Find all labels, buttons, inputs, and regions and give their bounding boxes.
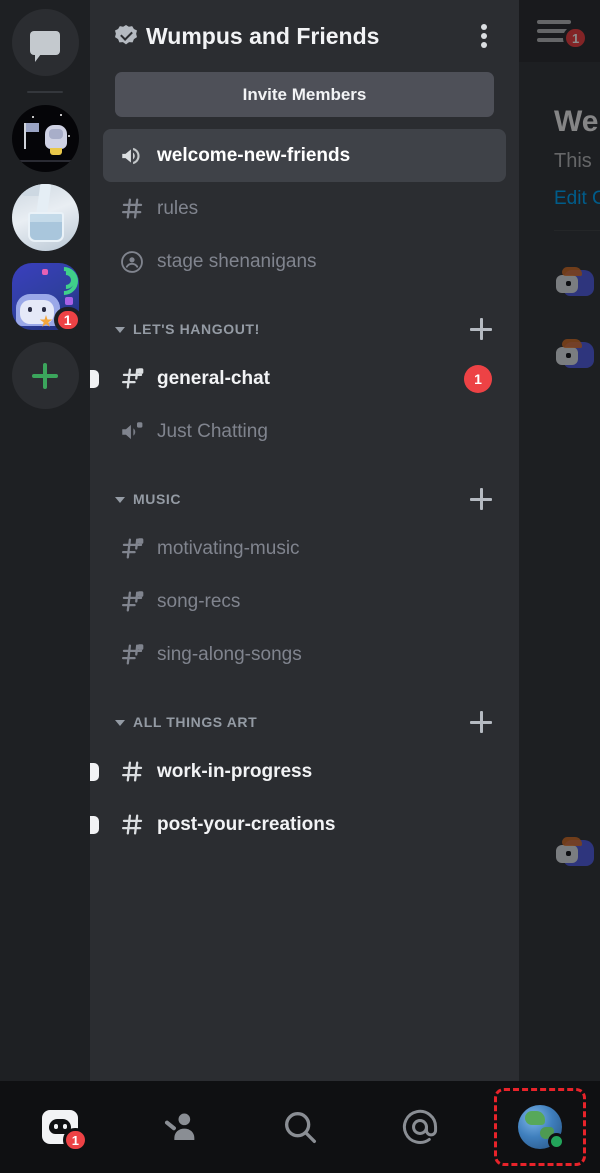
hash-icon (115, 759, 149, 784)
channel-post-your-creations[interactable]: post-your-creations (90, 798, 506, 851)
mention-icon (402, 1109, 438, 1144)
channel-label: post-your-creations (157, 813, 336, 835)
channel-just-chatting[interactable]: Just Chatting (103, 405, 506, 458)
message-row (554, 265, 600, 303)
overflow-menu-icon[interactable] (471, 23, 497, 49)
hash-voice-icon (115, 642, 149, 667)
unread-indicator (90, 815, 99, 834)
channel-label: motivating-music (157, 537, 300, 559)
channel-motivating-music[interactable]: motivating-music (103, 522, 506, 575)
chevron-down-icon (115, 327, 125, 333)
bottom-navigation-bar: 1 (0, 1081, 600, 1173)
add-channel-icon[interactable] (470, 488, 492, 510)
nav-search-tab[interactable] (240, 1081, 360, 1173)
avatar-icon (518, 1105, 565, 1150)
category-label: ALL THINGS ART (133, 714, 258, 730)
channel-stage-shenanigans[interactable]: stage shenanigans (103, 235, 506, 288)
channel-label: rules (157, 197, 199, 219)
channel-label: Just Chatting (157, 420, 268, 442)
add-channel-icon[interactable] (470, 711, 492, 733)
category-lets-hangout[interactable]: LET'S HANGOUT! (90, 306, 519, 352)
add-server-button[interactable] (11, 342, 79, 409)
content-body: We This Edit C (519, 62, 600, 873)
content-divider (554, 230, 600, 231)
channel-unread-badge: 1 (464, 364, 492, 393)
hash-voice-icon (115, 366, 149, 391)
nav-servers-tab[interactable]: 1 (0, 1081, 120, 1173)
hash-voice-icon (115, 589, 149, 614)
unread-indicator (90, 762, 99, 781)
nav-profile-tab[interactable] (480, 1081, 600, 1173)
welcome-subtext: This (554, 150, 592, 172)
category-label: LET'S HANGOUT! (133, 321, 260, 337)
server-icon-wumpus-wifi[interactable]: 1 (11, 263, 82, 333)
category-all-things-art[interactable]: ALL THINGS ART (90, 699, 519, 745)
server-unread-badge: 1 (53, 307, 82, 333)
servers-unread-badge: 1 (62, 1128, 88, 1152)
category-label: MUSIC (133, 491, 182, 507)
server-header[interactable]: Wumpus and Friends (90, 0, 519, 72)
add-channel-icon[interactable] (470, 318, 492, 340)
content-topbar: 1 (519, 0, 600, 62)
speech-bubble-icon (30, 30, 60, 62)
invite-members-label: Invite Members (242, 84, 367, 104)
invite-members-button[interactable]: Invite Members (115, 72, 494, 117)
nav-mentions-tab[interactable] (360, 1081, 480, 1173)
hash-icon (115, 196, 149, 221)
server-name-title: Wumpus and Friends (146, 22, 380, 49)
verified-badge-icon (115, 25, 137, 45)
chevron-down-icon (115, 720, 125, 726)
message-row (554, 337, 600, 375)
edit-channel-link[interactable]: Edit C (554, 180, 600, 218)
rail-divider (27, 91, 63, 93)
plus-icon (32, 362, 58, 389)
wumpus-avatar-icon (554, 266, 598, 302)
search-icon (285, 1112, 316, 1143)
announcement-icon (115, 143, 149, 169)
hash-icon (115, 812, 149, 837)
direct-messages-button[interactable] (11, 9, 79, 76)
hash-voice-icon (115, 536, 149, 561)
channel-label: stage shenanigans (157, 250, 317, 272)
chevron-down-icon (115, 497, 125, 503)
channel-drawer: Wumpus and Friends Invite Members welcom… (90, 0, 519, 1081)
server-icon-moon-wumpus[interactable] (11, 105, 79, 172)
friends-icon (164, 1113, 195, 1140)
channel-general-chat[interactable]: general-chat 1 (90, 352, 506, 405)
category-music[interactable]: MUSIC (90, 476, 519, 522)
nav-friends-tab[interactable] (120, 1081, 240, 1173)
discord-mobile-app: 1 We This Edit C 1 Wumpus and Friends In… (0, 0, 600, 1173)
channel-label: sing-along-songs (157, 643, 302, 665)
server-rail: 1 (0, 0, 90, 1081)
wumpus-avatar-icon (554, 338, 598, 374)
online-status-dot (548, 1133, 565, 1150)
server-icon-water-glass[interactable] (11, 184, 79, 251)
stage-channel-icon (115, 249, 149, 275)
channel-list: welcome-new-friends rules stage shenanig… (90, 117, 519, 851)
wumpus-avatar-icon (554, 836, 598, 872)
channel-label: work-in-progress (157, 760, 313, 782)
channel-label: welcome-new-friends (157, 144, 351, 166)
voice-channel-icon (115, 419, 149, 445)
channel-work-in-progress[interactable]: work-in-progress (90, 745, 506, 798)
channel-song-recs[interactable]: song-recs (103, 575, 506, 628)
message-row (554, 835, 600, 873)
channel-sing-along-songs[interactable]: sing-along-songs (103, 628, 506, 681)
welcome-heading: We (554, 105, 599, 138)
hamburger-badge: 1 (563, 26, 589, 50)
channel-welcome-new-friends[interactable]: welcome-new-friends (103, 129, 506, 182)
unread-indicator (90, 369, 99, 388)
channel-rules[interactable]: rules (103, 182, 506, 235)
channel-content-panel: 1 We This Edit C (519, 0, 600, 1081)
channel-label: song-recs (157, 590, 241, 612)
channel-label: general-chat (157, 367, 270, 389)
